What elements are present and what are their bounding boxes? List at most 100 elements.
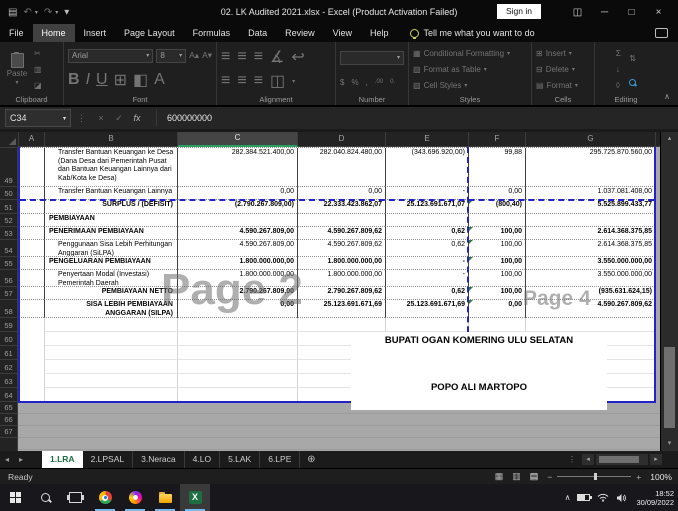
cell-B55[interactable]: PENGELUARAN PEMBIAYAAN xyxy=(44,257,177,270)
cell-A56[interactable] xyxy=(18,270,44,287)
insert-cells-button[interactable]: ⊞Insert▾ xyxy=(536,49,590,58)
currency-icon[interactable]: $ xyxy=(340,78,344,87)
cell-B52[interactable]: PEMBIAYAAN xyxy=(44,214,177,227)
scroll-up-icon[interactable]: ▴ xyxy=(668,132,672,146)
cell-C62[interactable] xyxy=(177,360,297,374)
menu-tab-file[interactable]: File xyxy=(0,24,33,42)
menu-tab-data[interactable]: Data xyxy=(239,24,276,42)
cell-E56[interactable]: - xyxy=(385,270,468,287)
find-select-icon[interactable] xyxy=(629,79,636,86)
cell-D58[interactable]: 25.123.691.671,69 xyxy=(297,300,385,318)
format-cells-button[interactable]: ▤Format▾ xyxy=(536,81,590,90)
column-header-B[interactable]: B xyxy=(45,132,178,147)
wifi-icon[interactable] xyxy=(597,493,609,502)
bold-icon[interactable]: B xyxy=(68,71,80,89)
sheet-tab-2-lpsal[interactable]: 2.LPSAL xyxy=(83,451,134,468)
cell-F53[interactable]: 100,00 xyxy=(468,227,525,240)
speaker-icon[interactable] xyxy=(616,493,627,503)
cell-A60[interactable] xyxy=(18,332,44,346)
cell-E51[interactable]: 25.123.691.671,07 xyxy=(385,200,468,214)
cell-G52[interactable] xyxy=(525,214,655,227)
customize-qat-icon[interactable]: ▾ xyxy=(64,7,69,18)
sheet-tab-3-neraca[interactable]: 3.Neraca xyxy=(133,451,185,468)
cell-A63[interactable] xyxy=(18,374,44,388)
wrap-text-icon[interactable]: ↩ xyxy=(291,47,304,67)
cell-C51[interactable]: (2.790.267.809,00) xyxy=(177,200,297,214)
cell-C59[interactable] xyxy=(177,318,297,332)
horizontal-scrollbar[interactable]: ⋮ ◂ ▸ xyxy=(568,454,662,465)
cell-F55[interactable]: 100,00 xyxy=(468,257,525,270)
zoom-out-icon[interactable]: − xyxy=(547,472,552,482)
taskbar-clock[interactable]: 18:52 30/09/2022 xyxy=(636,489,674,507)
percent-icon[interactable]: % xyxy=(351,78,358,87)
page-layout-view-icon[interactable]: ▥ xyxy=(512,471,521,482)
font-size-box[interactable]: 8▾ xyxy=(156,49,186,63)
borders-icon[interactable]: ⊞ xyxy=(114,70,127,90)
cell-B57[interactable]: PEMBIAYAAN NETTO xyxy=(44,287,177,300)
row-header-62[interactable]: 62 xyxy=(0,360,18,374)
italic-icon[interactable]: I xyxy=(86,71,90,89)
tray-chevron-icon[interactable]: ∧ xyxy=(565,493,571,502)
sheet-nav-left-icon[interactable]: ◂ xyxy=(0,451,14,468)
cells-area[interactable]: Transfer Bantuan Keuangan ke Desa (Dana … xyxy=(18,147,661,451)
row-header-52[interactable]: 52 xyxy=(0,214,18,227)
page-break-line-right[interactable] xyxy=(654,147,656,402)
normal-view-icon[interactable]: ▦ xyxy=(495,471,504,482)
comments-icon[interactable] xyxy=(655,28,668,38)
battery-icon[interactable] xyxy=(577,494,590,501)
paste-button[interactable]: Paste ▾ xyxy=(4,45,30,93)
format-painter-icon[interactable]: ◪ xyxy=(34,81,42,90)
align-center-icon[interactable]: ≡ xyxy=(237,72,246,90)
menu-tab-home[interactable]: Home xyxy=(33,24,75,42)
cell-C60[interactable] xyxy=(177,332,297,346)
underline-icon[interactable]: U xyxy=(96,71,108,89)
align-bottom-icon[interactable]: ≡ xyxy=(254,48,263,66)
shrink-font-icon[interactable]: A▾ xyxy=(202,50,212,61)
cell-E58[interactable]: 25.123.691.671,69 xyxy=(385,300,468,318)
hscroll-left-icon[interactable]: ◂ xyxy=(582,454,594,465)
cell-E55[interactable]: - xyxy=(385,257,468,270)
cell-D59[interactable] xyxy=(297,318,385,332)
cell-B64[interactable] xyxy=(44,388,177,402)
cell-D57[interactable]: 2.790.267.809,62 xyxy=(297,287,385,300)
cell-A55[interactable] xyxy=(18,257,44,270)
horizontal-scroll-thumb[interactable] xyxy=(599,456,639,463)
align-top-icon[interactable]: ≡ xyxy=(221,48,230,66)
merge-dropdown-icon[interactable]: ▾ xyxy=(292,78,295,85)
cell-F51[interactable]: (800,40) xyxy=(468,200,525,214)
menu-tab-page-layout[interactable]: Page Layout xyxy=(115,24,184,42)
cell-F58[interactable]: 0,00 xyxy=(468,300,525,318)
minimize-button[interactable]: ─ xyxy=(591,7,618,18)
cell-A64[interactable] xyxy=(18,388,44,402)
zoom-level[interactable]: 100% xyxy=(650,472,672,482)
cell-A58[interactable] xyxy=(18,300,44,318)
cell-G51[interactable]: 5.525.899.433,77 xyxy=(525,200,655,214)
cell-C54[interactable]: 4.590.267.809,00 xyxy=(177,240,297,257)
cell-F56[interactable]: 100,00 xyxy=(468,270,525,287)
cell-B54[interactable]: Penggunaan Sisa Lebih Perhitungan Anggar… xyxy=(44,240,177,257)
cell-B62[interactable] xyxy=(44,360,177,374)
fill-color-icon[interactable]: ◧ xyxy=(133,70,148,90)
delete-cells-button[interactable]: ⊟Delete▾ xyxy=(536,65,590,74)
save-icon[interactable]: ▤ xyxy=(8,7,17,18)
cell-B49[interactable]: Transfer Bantuan Keuangan ke Desa (Dana … xyxy=(44,148,177,187)
row-header-59[interactable]: 59 xyxy=(0,318,18,332)
signature-text-box[interactable]: BUPATI OGAN KOMERING ULU SELATAN POPO AL… xyxy=(351,332,607,410)
row-header-65[interactable]: 65 xyxy=(0,402,18,414)
cell-E57[interactable]: 0,62 xyxy=(385,287,468,300)
collapse-ribbon-icon[interactable]: ∧ xyxy=(664,92,670,101)
cell-G55[interactable]: 3.550.000.000,00 xyxy=(525,257,655,270)
taskbar-file-explorer-icon[interactable] xyxy=(150,484,180,511)
row-header-61[interactable]: 61 xyxy=(0,346,18,360)
cell-F54[interactable]: 100,00 xyxy=(468,240,525,257)
comma-icon[interactable]: , xyxy=(366,78,368,87)
page-break-dashed-horizontal[interactable] xyxy=(20,199,654,201)
cell-C61[interactable] xyxy=(177,346,297,360)
cell-A61[interactable] xyxy=(18,346,44,360)
cell-G59[interactable] xyxy=(525,318,655,332)
copy-icon[interactable]: ▥ xyxy=(34,65,42,74)
menu-tab-review[interactable]: Review xyxy=(276,24,324,42)
cell-B56[interactable]: Penyertaan Modal (Investasi) Pemerintah … xyxy=(44,270,177,287)
page-break-preview-icon[interactable]: ▤ xyxy=(530,471,539,482)
row-header-58[interactable]: 58 xyxy=(0,300,18,318)
